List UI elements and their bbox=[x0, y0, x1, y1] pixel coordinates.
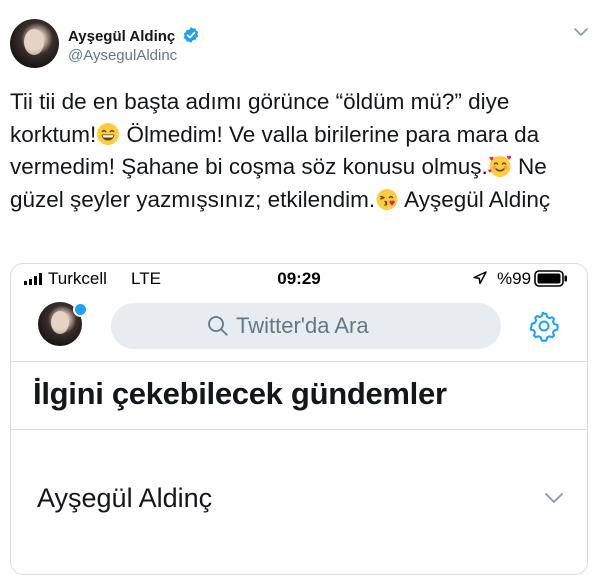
author-avatar[interactable] bbox=[10, 19, 59, 68]
chevron-down-icon[interactable] bbox=[572, 25, 590, 39]
notification-dot bbox=[73, 302, 88, 317]
battery-percent: %99 bbox=[497, 269, 532, 288]
location-arrow-icon bbox=[473, 271, 487, 285]
search-input[interactable]: Twitter'da Ara bbox=[111, 303, 501, 349]
gear-icon[interactable] bbox=[528, 310, 560, 342]
search-icon bbox=[208, 316, 228, 336]
author-name[interactable]: Ayşegül Aldinç bbox=[68, 26, 200, 45]
author-name-text[interactable]: Ayşegül Aldinç bbox=[68, 28, 175, 45]
search-placeholder: Twitter'da Ara bbox=[236, 313, 369, 338]
verified-badge-icon bbox=[184, 27, 199, 43]
author-handle[interactable]: @AysegulAldinc bbox=[68, 47, 177, 64]
grinning-emoji bbox=[97, 122, 120, 145]
tweet-text-part-4: Ayşegül Aldinç bbox=[399, 186, 551, 212]
status-bar: Turkcell LTE 09:29 %99 bbox=[11, 264, 587, 294]
trend-item-title[interactable]: Ayşegül Aldinç bbox=[37, 483, 212, 514]
tweet-text: Tii tii de en başta adımı görünce “öldüm… bbox=[10, 86, 580, 216]
section-title: İlgini çekebilecek gündemler bbox=[33, 376, 447, 411]
header-divider bbox=[11, 361, 587, 362]
smiling-hearts-emoji bbox=[487, 155, 511, 177]
embedded-screenshot[interactable]: Turkcell LTE 09:29 %99 Twitter'da Ara İl… bbox=[10, 263, 588, 575]
tweet-header: Ayşegül Aldinç @AysegulAldinc bbox=[10, 19, 590, 71]
section-divider bbox=[11, 429, 587, 430]
kissing-heart-emoji bbox=[376, 188, 398, 210]
battery-icon bbox=[534, 270, 567, 287]
chevron-down-icon[interactable] bbox=[544, 492, 564, 504]
